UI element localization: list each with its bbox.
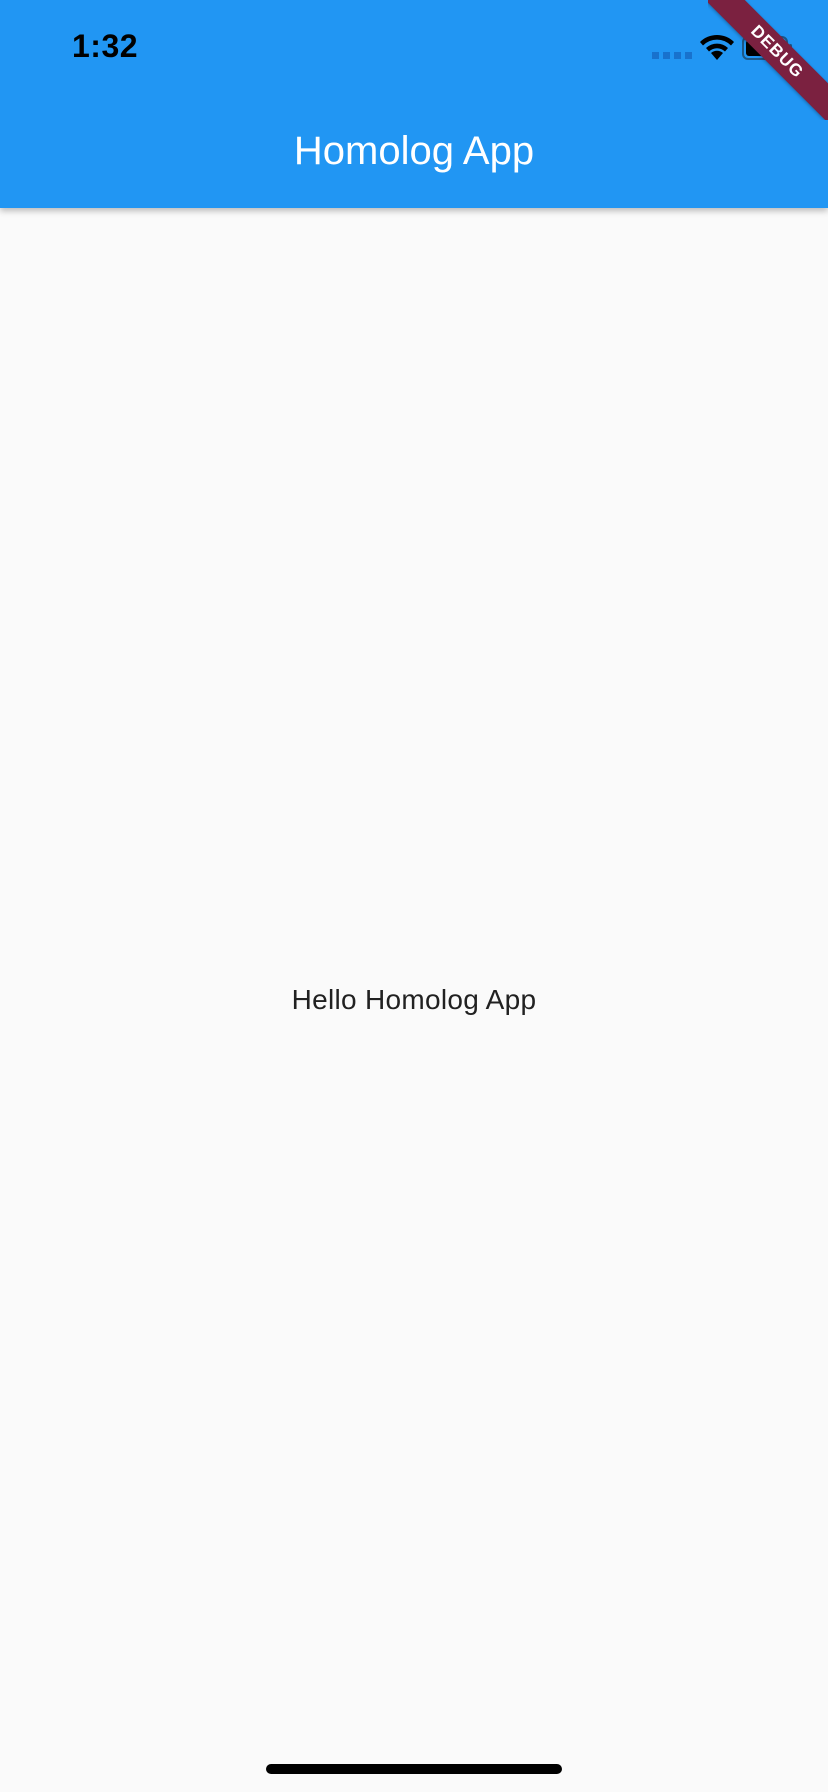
app-bar: 1:32 Homolog App (0, 0, 828, 208)
hello-text: Hello Homolog App (291, 984, 537, 1015)
app-bar-title: Homolog App (293, 129, 535, 173)
cellular-signal-icon (652, 52, 692, 59)
body-content: Hello Homolog App (0, 208, 828, 1792)
status-bar-time: 1:32 (72, 28, 139, 64)
home-indicator[interactable] (266, 1764, 562, 1774)
wifi-icon (700, 34, 734, 60)
app-screen: 1:32 Homolog App DEBUG Hello Homolog App (0, 0, 828, 1792)
battery-icon (742, 36, 792, 60)
